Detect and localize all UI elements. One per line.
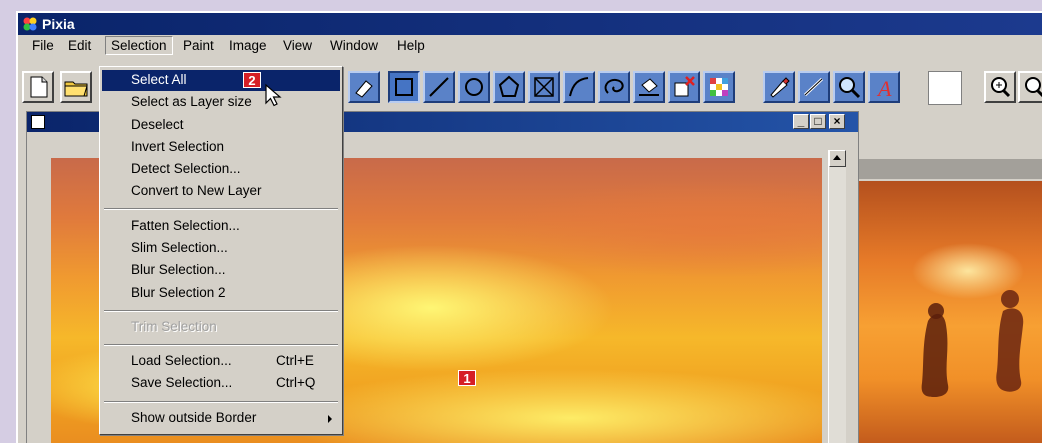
- menu-item-show-outside-border[interactable]: Show outside Border: [102, 408, 340, 429]
- second-image-window: [856, 141, 1042, 443]
- menu-item-deselect[interactable]: Deselect: [102, 115, 340, 136]
- open-folder-icon[interactable]: [60, 71, 92, 103]
- mouse-cursor-icon: [265, 83, 282, 107]
- delete-layer-icon[interactable]: [668, 71, 700, 103]
- submenu-arrow-icon: [328, 415, 332, 423]
- scroll-up-arrow[interactable]: [829, 150, 846, 167]
- minimize-button[interactable]: _: [793, 114, 809, 129]
- magnifier-2-icon[interactable]: [1018, 71, 1042, 103]
- menu-item-invert-selection[interactable]: Invert Selection: [102, 137, 340, 158]
- menu-item-blur-selection-2[interactable]: Blur Selection 2: [102, 283, 340, 304]
- cross-icon[interactable]: [528, 71, 560, 103]
- menu-image[interactable]: Image: [229, 38, 267, 53]
- magnifier-icon[interactable]: [984, 71, 1016, 103]
- rectangle-icon[interactable]: [388, 71, 420, 103]
- curve-icon[interactable]: [563, 71, 595, 103]
- menu-separator: [104, 310, 338, 312]
- pixia-app-icon: [23, 17, 37, 31]
- menu-separator: [104, 344, 338, 346]
- eraser-icon[interactable]: [348, 71, 380, 103]
- shortcut-save: Ctrl+Q: [276, 375, 316, 390]
- menu-item-select-all[interactable]: Select All: [102, 70, 340, 91]
- menu-item-trim-selection: Trim Selection: [131, 319, 217, 334]
- beach-photo: [858, 181, 1042, 443]
- lasso-icon[interactable]: [598, 71, 630, 103]
- menu-item-convert-to-new-layer[interactable]: Convert to New Layer: [102, 181, 340, 202]
- vertical-scrollbar[interactable]: [828, 150, 846, 443]
- selection-menu-dropdown: Select All Select as Layer size Deselect…: [99, 66, 343, 435]
- menu-view[interactable]: View: [283, 38, 312, 53]
- menu-separator: [104, 401, 338, 403]
- menu-help[interactable]: Help: [397, 38, 425, 53]
- menu-item-fatten-selection[interactable]: Fatten Selection...: [102, 216, 340, 237]
- new-file-icon[interactable]: [22, 71, 54, 103]
- zoom-icon[interactable]: [833, 71, 865, 103]
- smudge-icon[interactable]: [798, 71, 830, 103]
- menu-selection[interactable]: Selection: [105, 36, 173, 55]
- menu-item-detect-selection[interactable]: Detect Selection...: [102, 159, 340, 180]
- menu-window[interactable]: Window: [330, 38, 378, 53]
- menu-item-blur-selection[interactable]: Blur Selection...: [102, 260, 340, 281]
- fill-bucket-icon[interactable]: [633, 71, 665, 103]
- menu-item-slim-selection[interactable]: Slim Selection...: [102, 238, 340, 259]
- close-button[interactable]: ×: [829, 114, 845, 129]
- callout-2: 2: [243, 72, 261, 88]
- line-icon[interactable]: [423, 71, 455, 103]
- paint-brush-icon[interactable]: [763, 71, 795, 103]
- svg-text:A: A: [876, 76, 892, 101]
- color-swatch[interactable]: [928, 71, 962, 105]
- maximize-button[interactable]: □: [810, 114, 826, 129]
- menu-item-load-selection[interactable]: Load Selection... Ctrl+E: [102, 351, 340, 372]
- app-title: Pixia: [42, 16, 75, 32]
- text-icon[interactable]: A: [868, 71, 900, 103]
- callout-1: 1: [458, 370, 476, 386]
- title-bar[interactable]: Pixia: [18, 13, 1042, 35]
- menu-edit[interactable]: Edit: [68, 38, 91, 53]
- shortcut-load: Ctrl+E: [276, 353, 314, 368]
- polygon-icon[interactable]: [493, 71, 525, 103]
- menu-item-save-selection[interactable]: Save Selection... Ctrl+Q: [102, 373, 340, 394]
- menu-file[interactable]: File: [32, 38, 54, 53]
- menu-item-select-as-layer-size[interactable]: Select as Layer size: [102, 92, 340, 113]
- second-window-title[interactable]: [858, 159, 1042, 179]
- menu-paint[interactable]: Paint: [183, 38, 214, 53]
- menu-bar: File Edit Selection Paint Image View Win…: [18, 35, 1042, 57]
- menu-separator: [104, 208, 338, 210]
- ellipse-icon[interactable]: [458, 71, 490, 103]
- document-icon: [31, 115, 45, 129]
- pattern-icon[interactable]: [703, 71, 735, 103]
